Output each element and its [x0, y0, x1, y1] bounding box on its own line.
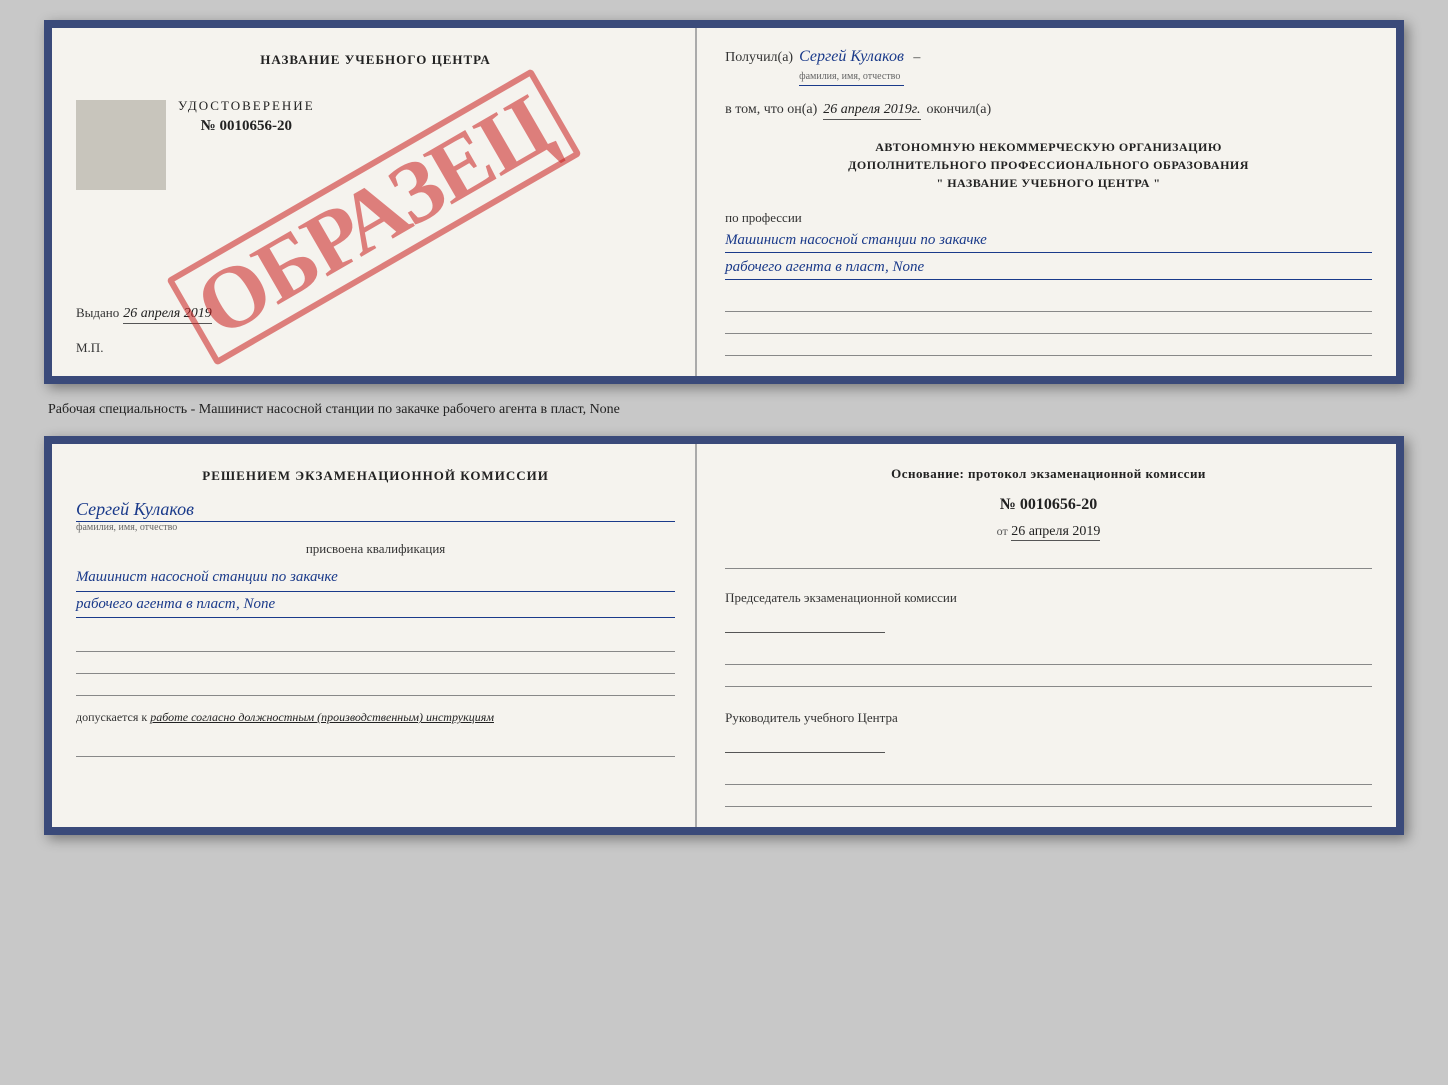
- kvalif-line2: рабочего агента в пласт, None: [76, 592, 675, 619]
- org-name: " НАЗВАНИЕ УЧЕБНОГО ЦЕНТРА ": [725, 174, 1372, 192]
- profession-line1: Машинист насосной станции по закачке: [725, 228, 1372, 253]
- top-right-dash-lines: [725, 294, 1372, 356]
- right-side-dashes: [725, 647, 1372, 687]
- poluchil-sub: фамилия, имя, отчество: [799, 71, 900, 82]
- poluchil-name: Сергей Кулаков фамилия, имя, отчество: [799, 48, 904, 86]
- right-dash-4: [725, 767, 1372, 785]
- bottom-left-panel: Решением экзаменационной комиссии Сергей…: [52, 444, 697, 827]
- org-line1: АВТОНОМНУЮ НЕКОММЕРЧЕСКУЮ ОРГАНИЗАЦИЮ: [725, 138, 1372, 156]
- vtom-date: 26 апреля 2019г.: [823, 102, 920, 120]
- org-line2: ДОПОЛНИТЕЛЬНОГО ПРОФЕССИОНАЛЬНОГО ОБРАЗО…: [725, 156, 1372, 174]
- vtom-row: в том, что он(а) 26 апреля 2019г. окончи…: [725, 102, 1372, 120]
- protokol-date: от 26 апреля 2019: [725, 524, 1372, 541]
- osnovanie-title: Основание: протокол экзаменационной коми…: [725, 466, 1372, 482]
- bottom-left-dashes: [76, 634, 675, 696]
- rukovod-block: Руководитель учебного Центра: [725, 709, 1372, 753]
- poluchil-label: Получил(а): [725, 50, 793, 66]
- po-professii-label: по профессии: [725, 210, 1372, 226]
- cert-label: УДОСТОВЕРЕНИЕ: [178, 98, 315, 114]
- cert-number: № 0010656-20: [201, 118, 292, 135]
- right-bottom-dash-1: [725, 551, 1372, 569]
- chairman-signature-line: [725, 611, 885, 633]
- prisvoena-label: присвоена квалификация: [76, 541, 675, 557]
- middle-text: Рабочая специальность - Машинист насосно…: [44, 400, 1404, 420]
- rukovod-label: Руководитель учебного Центра: [725, 709, 1372, 727]
- org-block: АВТОНОМНУЮ НЕКОММЕРЧЕСКУЮ ОРГАНИЗАЦИЮ ДО…: [725, 138, 1372, 192]
- rukovod-signature-line: [725, 731, 885, 753]
- bottom-right-panel: Основание: протокол экзаменационной коми…: [697, 444, 1396, 827]
- bottom-dash-1: [76, 634, 675, 652]
- issued-date: 26 апреля 2019: [123, 306, 211, 324]
- stamp-area: [76, 100, 166, 190]
- issued-row: Выдано 26 апреля 2019: [76, 295, 675, 324]
- chairman-block: Председатель экзаменационной комиссии: [725, 589, 1372, 633]
- bottom-dash-last: [76, 739, 675, 757]
- profession-line2: рабочего агента в пласт, None: [725, 255, 1372, 280]
- dopusk-work: работе согласно должностным (производств…: [150, 710, 494, 724]
- poluchil-row: Получил(а) Сергей Кулаков фамилия, имя, …: [725, 48, 1372, 86]
- ot-date: 26 апреля 2019: [1011, 524, 1100, 541]
- bottom-person-block: Сергей Кулаков фамилия, имя, отчество: [76, 493, 675, 533]
- vtom-label: в том, что он(а): [725, 102, 817, 118]
- protokol-number: № 0010656-20: [725, 496, 1372, 514]
- right-dash-3: [725, 669, 1372, 687]
- dash-line-2: [725, 316, 1372, 334]
- right-dash-5: [725, 789, 1372, 807]
- cert-block: УДОСТОВЕРЕНИЕ № 0010656-20: [178, 98, 315, 135]
- dopusk-label: допускается к: [76, 710, 147, 724]
- okonchil-label: окончил(а): [927, 102, 992, 118]
- top-document: НАЗВАНИЕ УЧЕБНОГО ЦЕНТРА УДОСТОВЕРЕНИЕ №…: [44, 20, 1404, 384]
- kvalif-line1: Машинист насосной станции по закачке: [76, 565, 675, 592]
- bottom-dash-2: [76, 656, 675, 674]
- top-right-panel: Получил(а) Сергей Кулаков фамилия, имя, …: [697, 28, 1396, 376]
- dash-line-1: [725, 294, 1372, 312]
- po-professii-block: по профессии Машинист насосной станции п…: [725, 202, 1372, 280]
- mp-label: М.П.: [76, 340, 675, 356]
- bottom-person-name: Сергей Кулаков: [76, 499, 675, 522]
- resheniem-text: Решением экзаменационной комиссии: [76, 466, 675, 486]
- bottom-kvalif-block: Машинист насосной станции по закачке раб…: [76, 565, 675, 618]
- chairman-label: Председатель экзаменационной комиссии: [725, 589, 1372, 607]
- top-left-title: НАЗВАНИЕ УЧЕБНОГО ЦЕНТРА: [76, 52, 675, 68]
- dash-line-3: [725, 338, 1372, 356]
- dopuskaetsya-block: допускается к работе согласно должностны…: [76, 710, 675, 725]
- right-dash-2: [725, 647, 1372, 665]
- bottom-fio-sub: фамилия, имя, отчество: [76, 522, 675, 533]
- bottom-document: Решением экзаменационной комиссии Сергей…: [44, 436, 1404, 835]
- issued-label: Выдано: [76, 305, 119, 321]
- ot-label: от: [997, 524, 1008, 538]
- right-side-dashes-2: [725, 767, 1372, 807]
- bottom-dash-3: [76, 678, 675, 696]
- top-left-panel: НАЗВАНИЕ УЧЕБНОГО ЦЕНТРА УДОСТОВЕРЕНИЕ №…: [52, 28, 697, 376]
